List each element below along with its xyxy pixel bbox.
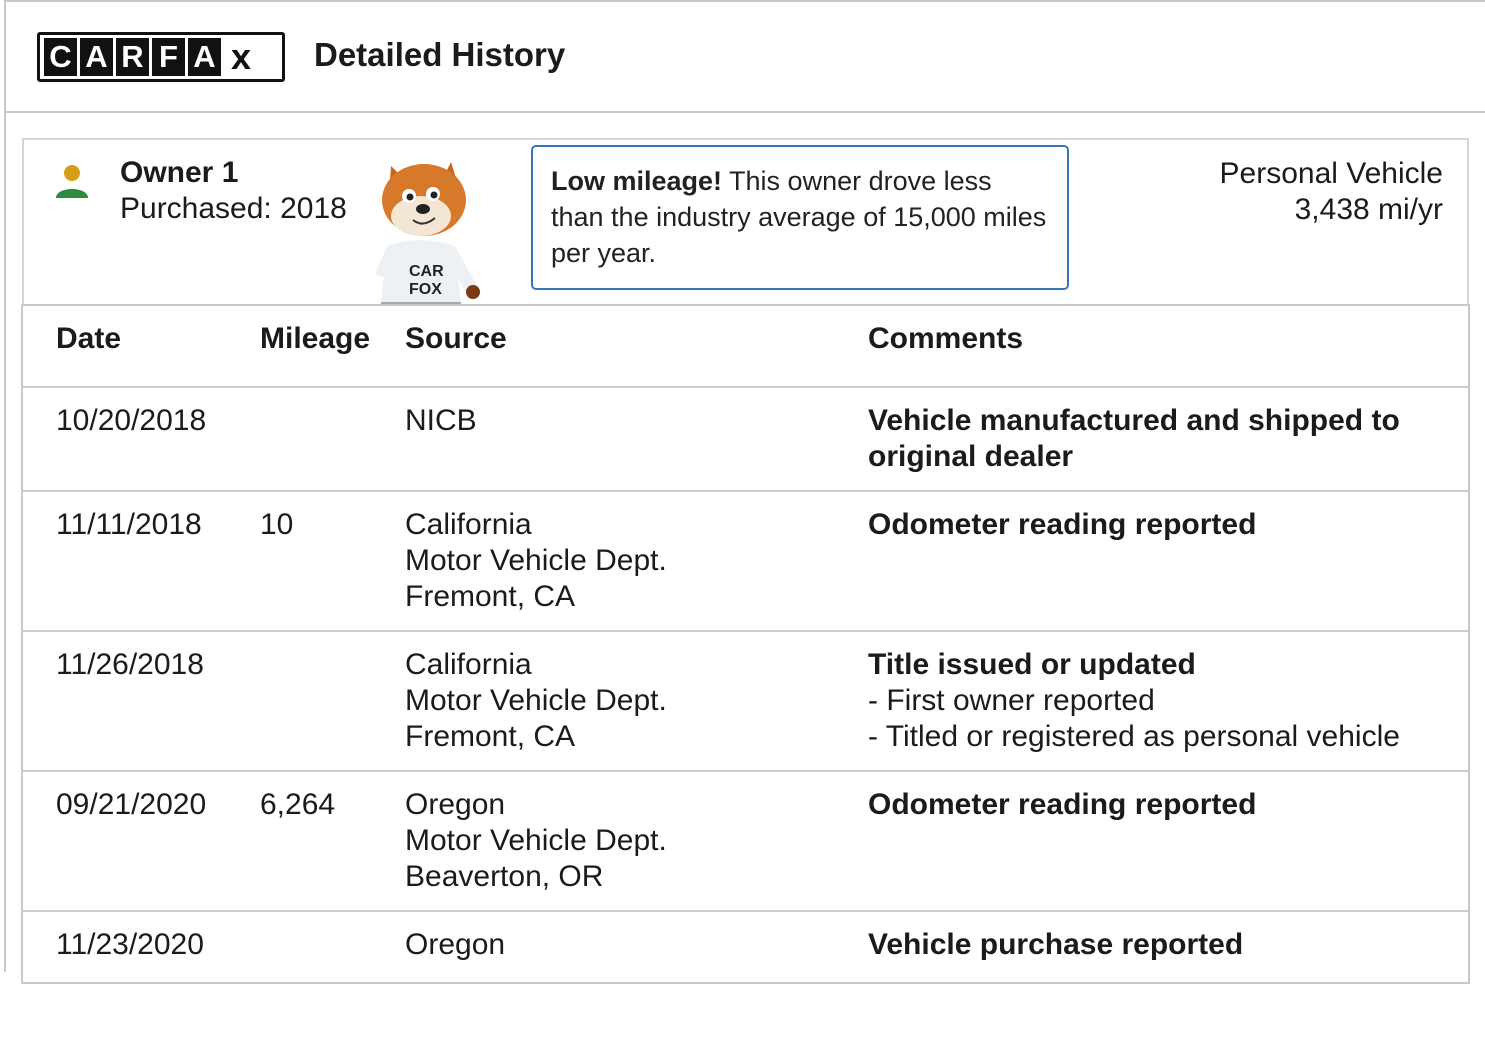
logo-letter: C [44,38,77,76]
comment-title: Vehicle purchase reported [868,928,1244,961]
source-line: NICB [405,404,477,437]
row-comments: Title issued or updated - First owner re… [868,647,1458,755]
row-date: 11/26/2018 [56,648,204,681]
comment-line: - Titled or registered as personal vehic… [868,720,1400,753]
source-line: Oregon [405,928,506,961]
table-row: 11/26/2018 California Motor Vehicle Dept… [23,632,1468,772]
comment-title: Odometer reading reported [868,508,1257,541]
comment-line: - First owner reported [868,684,1155,717]
fox-shirt-text: FOX [409,281,442,298]
column-header-comments: Comments [868,322,1024,355]
history-table: Date Mileage Source Comments 10/20/2018 … [21,304,1470,984]
row-date: 11/23/2020 [56,928,204,961]
row-comments: Odometer reading reported [868,507,1458,543]
table-row: 11/23/2020 Oregon Vehicle purchase repor… [23,912,1468,1052]
owner-summary: Owner 1 Purchased: 2018 CAR FOX Low mile… [22,138,1469,318]
row-date: 10/20/2018 [56,404,207,437]
row-comments: Vehicle manufactured and shipped to orig… [868,403,1458,475]
source-line: Oregon [405,788,506,821]
vehicle-usage: Personal Vehicle 3,438 mi/yr [1220,156,1443,228]
row-date: 11/11/2018 [56,508,202,541]
source-line: Beaverton, OR [405,860,604,893]
row-source: California Motor Vehicle Dept. Fremont, … [405,647,667,755]
source-line: Fremont, CA [405,720,576,753]
source-line: California [405,648,532,681]
comment-title: Vehicle manufactured and shipped to orig… [868,404,1400,473]
report-header: C A R F A x Detailed History [6,2,1485,113]
vehicle-type: Personal Vehicle [1219,157,1443,190]
table-header-row: Date Mileage Source Comments [23,306,1468,388]
logo-letters: C A R F A [44,38,224,76]
row-date: 09/21/2020 [56,788,207,821]
comment-title: Odometer reading reported [868,788,1257,821]
carfax-logo: C A R F A x [37,32,285,82]
source-line: Motor Vehicle Dept. [405,544,667,577]
source-line: Fremont, CA [405,580,576,613]
row-source: California Motor Vehicle Dept. Fremont, … [405,507,667,615]
low-mileage-callout: Low mileage! This owner drove less than … [531,145,1069,290]
logo-letter: F [152,38,185,76]
source-line: California [405,508,532,541]
mileage-per-year: 3,438 mi/yr [1294,193,1443,226]
logo-letter: R [116,38,149,76]
column-header-date: Date [56,322,122,355]
logo-letter: A [80,38,113,76]
table-row: 10/20/2018 NICB Vehicle manufactured and… [23,388,1468,492]
logo-x: x [230,36,252,77]
row-comments: Odometer reading reported [868,787,1458,823]
callout-title: Low mileage! [551,166,723,196]
table-row: 11/11/2018 10 California Motor Vehicle D… [23,492,1468,632]
row-comments: Vehicle purchase reported [868,927,1458,963]
row-source: Oregon Motor Vehicle Dept. Beaverton, OR [405,787,667,895]
owner-purchased: Purchased: 2018 [120,192,347,225]
table-row: 09/21/2020 6,264 Oregon Motor Vehicle De… [23,772,1468,912]
owner-name: Owner 1 [120,156,239,189]
person-icon [56,165,88,198]
row-source: Oregon [405,927,505,963]
column-header-mileage: Mileage [260,322,371,355]
column-header-source: Source [405,322,507,355]
comment-title: Title issued or updated [868,648,1196,681]
page-title: Detailed History [314,36,566,73]
fox-shirt-text: CAR [409,263,444,280]
row-source: NICB [405,403,477,439]
source-line: Motor Vehicle Dept. [405,684,667,717]
logo-letter: A [188,38,221,76]
source-line: Motor Vehicle Dept. [405,824,667,857]
row-mileage: 6,264 [260,788,336,821]
carfox-mascot-icon: CAR FOX [375,162,480,304]
row-mileage: 10 [260,508,294,541]
